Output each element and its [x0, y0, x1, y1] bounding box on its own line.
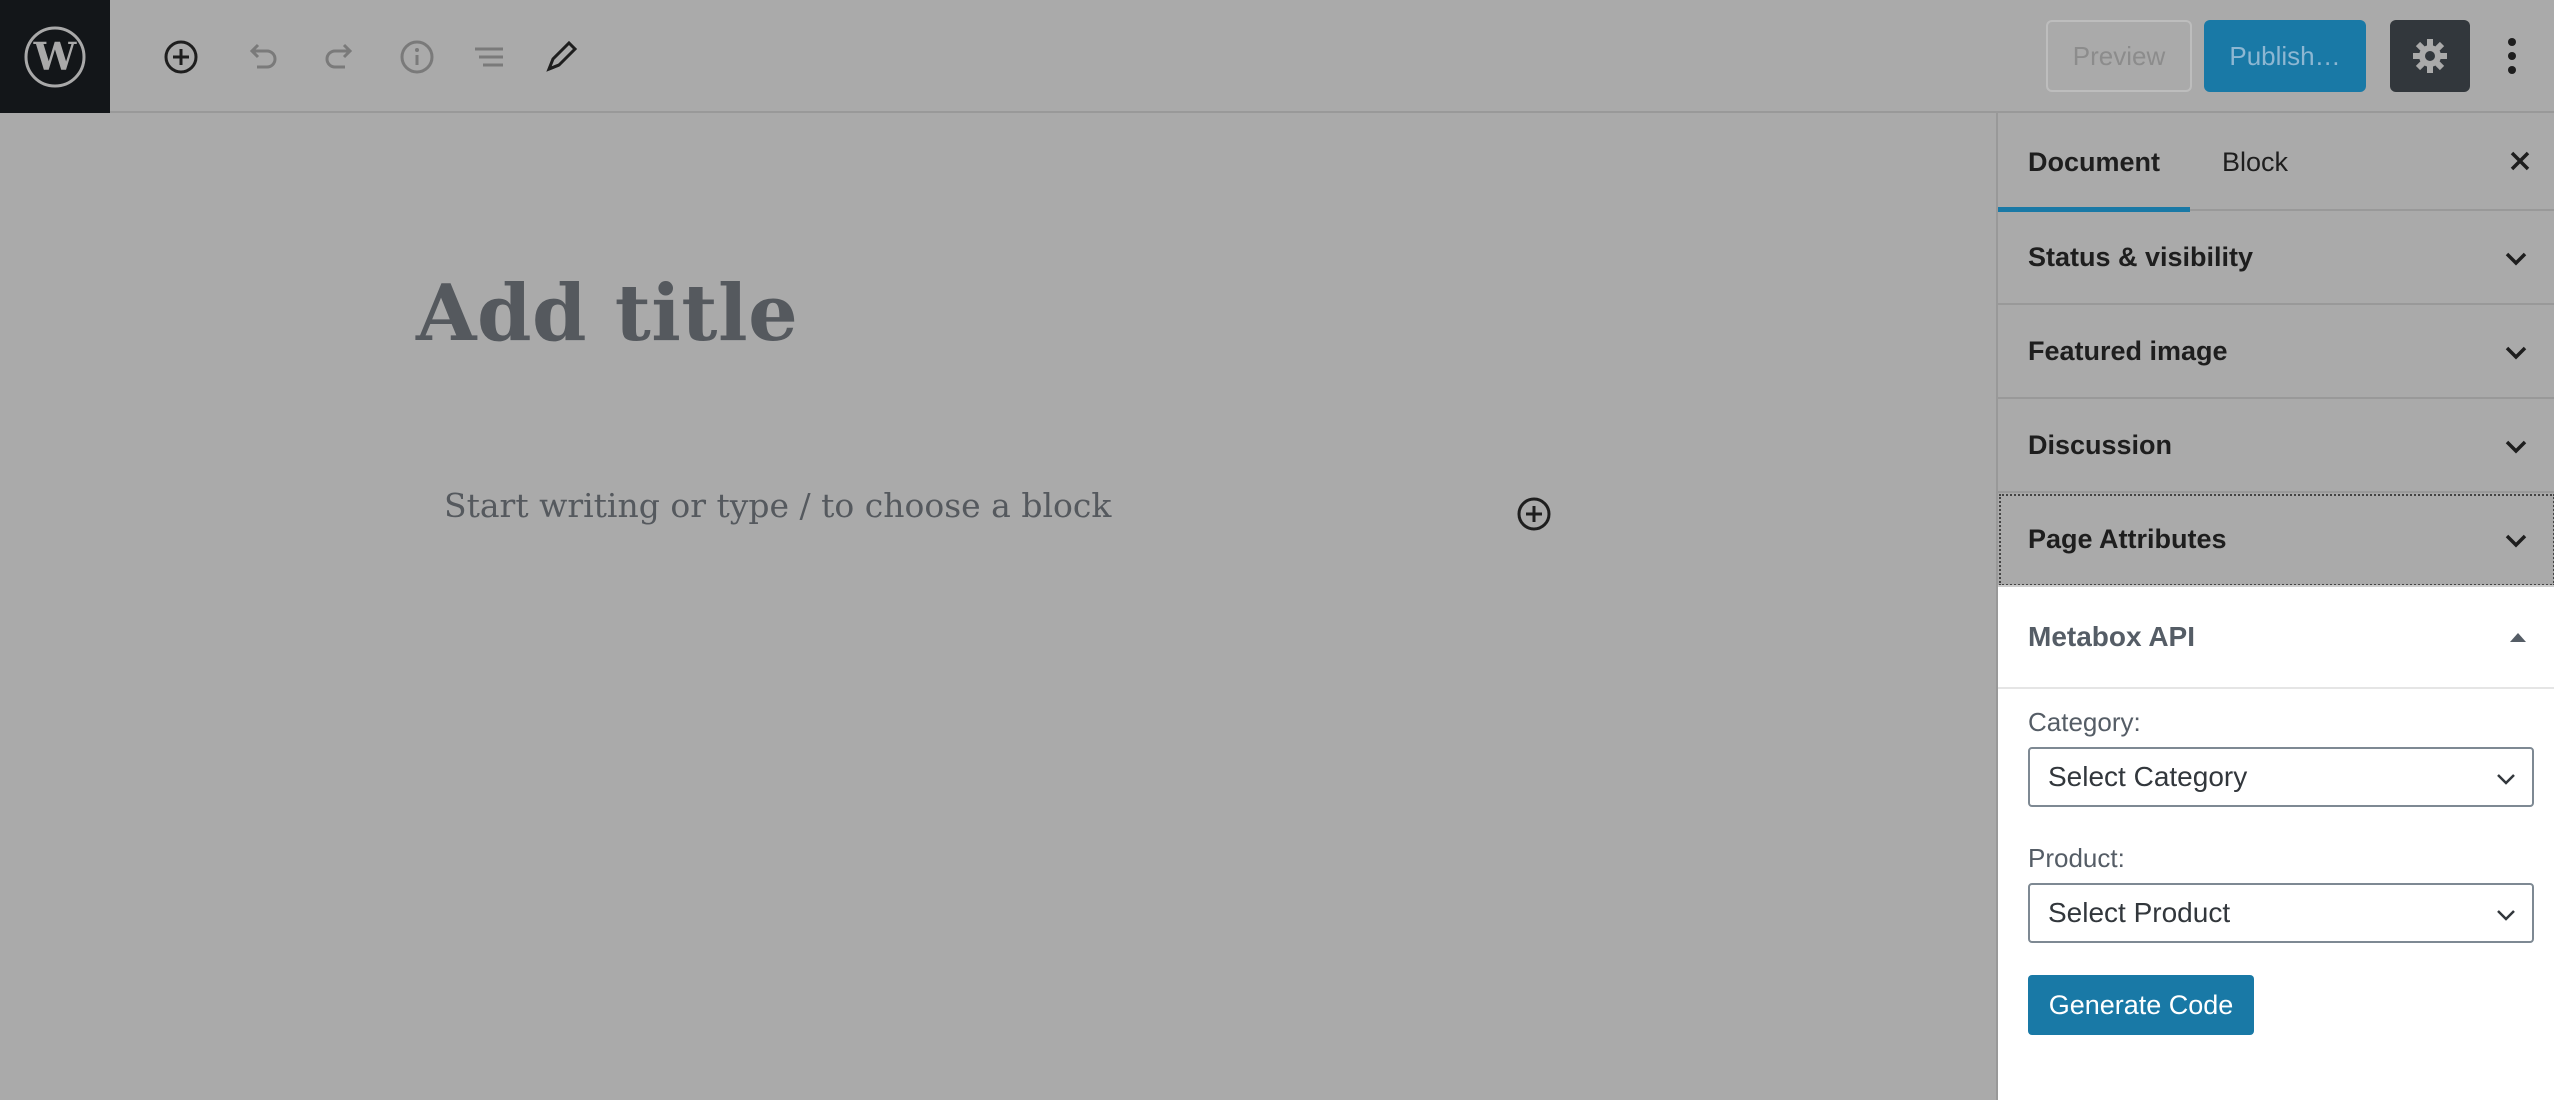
category-label: Category:: [2028, 707, 2141, 737]
chevron-down-icon: [2497, 910, 2515, 921]
category-select[interactable]: Select Category: [2028, 747, 2534, 807]
tab-document[interactable]: Document: [2028, 113, 2160, 211]
product-select[interactable]: Select Product: [2028, 883, 2534, 943]
redo-icon[interactable]: [314, 30, 368, 84]
panel-label: Page Attributes: [2028, 523, 2227, 554]
panel-label: Discussion: [2028, 429, 2173, 460]
post-title-input[interactable]: Add title: [416, 268, 798, 359]
chevron-down-icon: [2505, 534, 2527, 548]
settings-button[interactable]: [2390, 20, 2470, 92]
product-select-value: Select Product: [2048, 897, 2231, 928]
settings-sidebar: Document Block Status & visibility Featu…: [1996, 113, 2554, 1100]
add-block-icon[interactable]: [154, 30, 208, 84]
panel-discussion[interactable]: Discussion: [1998, 399, 2554, 493]
top-toolbar: W Preview Publish…: [0, 0, 2554, 113]
panel-label: Status & visibility: [2028, 241, 2254, 272]
collapse-triangle-icon[interactable]: [2506, 627, 2530, 647]
more-options-icon[interactable]: [2490, 20, 2534, 92]
svg-text:W: W: [33, 34, 78, 79]
product-label: Product:: [2028, 843, 2125, 873]
close-icon[interactable]: [2498, 139, 2542, 183]
tab-block[interactable]: Block: [2222, 113, 2288, 211]
block-placeholder-input[interactable]: Start writing or type / to choose a bloc…: [444, 486, 1111, 525]
panel-status-visibility[interactable]: Status & visibility: [1998, 211, 2554, 305]
editor-app: W Preview Publish… Add title Start writi…: [0, 0, 2554, 1100]
gear-icon: [2413, 39, 2447, 73]
generate-code-button[interactable]: Generate Code: [2028, 975, 2254, 1035]
sidebar-tabs: Document Block: [1998, 113, 2554, 212]
category-select-value: Select Category: [2048, 761, 2248, 792]
publish-button[interactable]: Publish…: [2204, 20, 2366, 92]
panel-label: Featured image: [2028, 335, 2228, 366]
panel-featured-image[interactable]: Featured image: [1998, 305, 2554, 399]
metabox-api-panel: Metabox API Category: Select Category Pr…: [1998, 585, 2554, 1100]
metabox-title: Metabox API: [2028, 621, 2195, 652]
info-icon[interactable]: [390, 30, 444, 84]
chevron-down-icon: [2505, 346, 2527, 360]
edit-icon[interactable]: [534, 30, 588, 84]
wordpress-logo-icon[interactable]: W: [0, 0, 110, 113]
inline-add-block-icon[interactable]: [1514, 494, 1554, 534]
chevron-down-icon: [2505, 440, 2527, 454]
panel-page-attributes[interactable]: Page Attributes: [1998, 493, 2554, 587]
metabox-header[interactable]: Metabox API: [1998, 587, 2554, 689]
chevron-down-icon: [2505, 252, 2527, 266]
chevron-down-icon: [2497, 774, 2515, 785]
undo-icon[interactable]: [234, 30, 288, 84]
preview-button[interactable]: Preview: [2046, 20, 2192, 92]
list-view-icon[interactable]: [462, 30, 516, 84]
